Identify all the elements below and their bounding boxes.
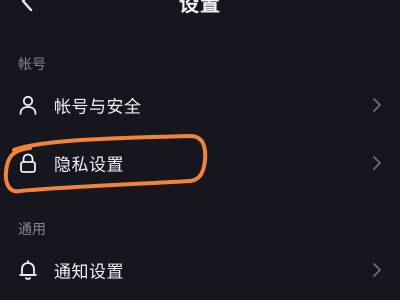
bell-icon [19, 260, 37, 280]
chevron-right-icon [373, 98, 381, 112]
person-icon [19, 95, 37, 115]
section-label-general: 通用 [18, 222, 46, 238]
section-label-account: 帐号 [18, 57, 46, 73]
settings-row-privacy[interactable]: 隐私设置 [0, 138, 400, 188]
settings-row-notifications[interactable]: 通知设置 [0, 245, 400, 295]
chevron-right-icon [373, 156, 381, 170]
page-title: 设置 [179, 0, 221, 16]
settings-row-label: 隐私设置 [54, 155, 124, 176]
chevron-right-icon [373, 263, 381, 277]
settings-row-label: 帐号与安全 [54, 97, 142, 118]
lock-icon [20, 153, 36, 173]
settings-row-label: 通知设置 [54, 262, 124, 283]
settings-row-account-security[interactable]: 帐号与安全 [0, 80, 400, 130]
header-bar: 设置 [0, 0, 400, 20]
settings-screen: 设置 帐号 帐号与安全 隐私设置 通用 通知设置 [0, 0, 400, 300]
